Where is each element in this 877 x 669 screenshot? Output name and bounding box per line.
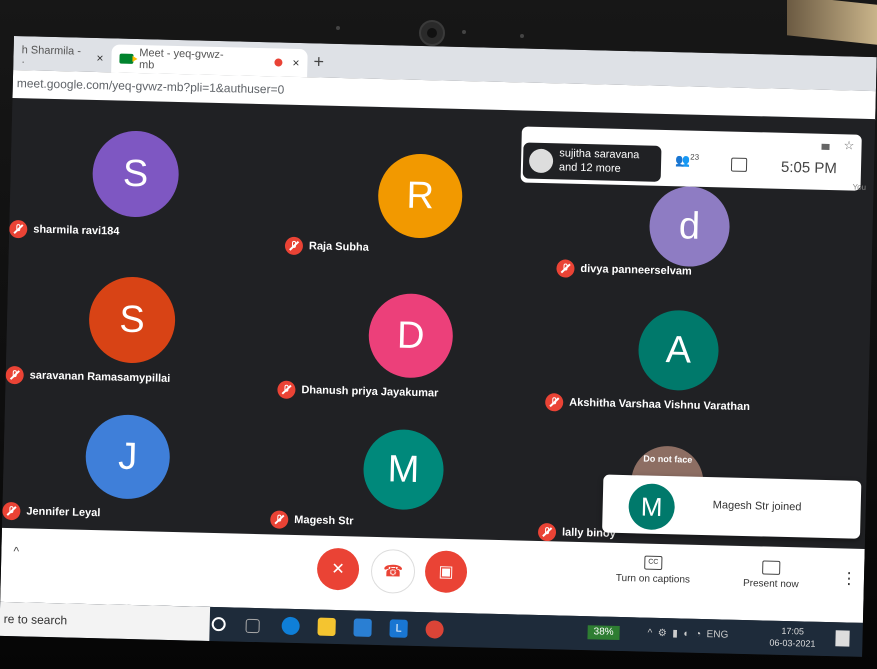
tab-sharmila[interactable]: h Sharmila - · × xyxy=(13,42,112,72)
people-icon: 👥 xyxy=(674,153,691,168)
url-text[interactable]: meet.google.com/yeq-gvwz-mb?pli=1&authus… xyxy=(17,76,285,97)
mic-off-icon: ✕ xyxy=(331,560,345,579)
laptop-screen: h Sharmila - · × Meet - yeq-gvwz-mb × + … xyxy=(0,36,877,657)
participant-label: Magesh Str xyxy=(294,513,354,528)
battery-indicator[interactable]: 38% xyxy=(587,625,620,640)
participant-name: Akshitha Varshaa Vishnu Varathan xyxy=(544,393,751,416)
join-toast: M Magesh Str joined xyxy=(602,474,862,539)
system-tray[interactable]: ^ ⚙ ▮ ◐ ◔ ENG xyxy=(647,628,728,641)
participant-label: Raja Subha xyxy=(308,240,369,254)
participant-label: Jennifer Leyal xyxy=(26,505,101,520)
participant-name: Magesh Str xyxy=(270,510,354,530)
taskbar-search[interactable]: re to search xyxy=(0,601,211,641)
tab-label: h Sharmila - · xyxy=(21,44,82,69)
mic-off-icon xyxy=(9,219,28,239)
people-button[interactable]: 👥23 xyxy=(675,152,699,168)
task-view-icon[interactable] xyxy=(245,618,260,634)
recording-dot-icon xyxy=(274,58,283,67)
chrome-icon[interactable] xyxy=(425,620,444,639)
mic-toggle-button[interactable]: ✕ xyxy=(316,547,360,591)
bezel-dot xyxy=(336,26,340,30)
clock-time: 17:05 xyxy=(781,625,805,637)
mail-icon[interactable] xyxy=(353,618,372,637)
app-l-icon[interactable]: L xyxy=(389,619,408,638)
participant-label: saravanan Ramasamypillai xyxy=(29,369,171,385)
avatar: S xyxy=(91,129,180,219)
captions-icon: CC xyxy=(644,555,663,570)
presenter-name: sujitha saravana xyxy=(559,147,640,162)
camera-off-icon: ▣ xyxy=(438,563,454,581)
mic-off-icon xyxy=(5,365,24,385)
avatar: J xyxy=(84,413,171,500)
camera-icon[interactable] xyxy=(821,143,830,150)
mic-off-icon xyxy=(270,510,289,529)
mic-off-icon xyxy=(537,522,557,542)
presenter-more: and 12 more xyxy=(558,161,621,175)
tab-label: Meet - yeq-gvwz-mb xyxy=(138,47,224,72)
language-indicator[interactable]: ENG xyxy=(706,629,728,641)
mic-off-icon xyxy=(284,236,304,256)
chevron-up-icon[interactable]: ^ xyxy=(13,544,19,558)
new-tab-button[interactable]: + xyxy=(313,51,324,72)
more-options-icon[interactable]: ⋮ xyxy=(841,568,857,588)
mic-off-icon xyxy=(2,501,21,521)
participant-name: saravanan Ramasamypillai xyxy=(5,365,171,388)
captions-button[interactable]: CC Turn on captions xyxy=(611,555,696,586)
participant-name: divya panneerselvam xyxy=(556,259,692,280)
hangup-icon: ☎ xyxy=(382,563,404,581)
present-icon xyxy=(762,560,781,575)
avatar: M xyxy=(362,428,445,511)
close-icon[interactable]: × xyxy=(96,51,103,65)
webcam xyxy=(419,20,445,46)
file-explorer-icon[interactable] xyxy=(317,617,336,637)
presenter-pill[interactable]: sujitha saravana and 12 more xyxy=(522,142,662,182)
photo-caption: Do not face xyxy=(643,453,693,465)
participant-name: Dhanush priya Jayakumar xyxy=(277,380,439,403)
avatar: S xyxy=(88,275,177,365)
toast-text: Magesh Str joined xyxy=(712,499,802,514)
camera-toggle-button[interactable]: ▣ xyxy=(424,550,468,594)
avatar: D xyxy=(367,292,454,379)
edge-icon[interactable] xyxy=(281,616,300,636)
meet-icon xyxy=(119,53,134,64)
cortana-icon[interactable] xyxy=(211,617,226,632)
close-icon[interactable]: × xyxy=(292,56,299,70)
bezel-dot xyxy=(462,30,466,34)
participant-label: Akshitha Varshaa Vishnu Varathan xyxy=(569,396,751,414)
self-label: You xyxy=(852,182,867,192)
presenter-avatar xyxy=(528,148,554,174)
mic-off-icon xyxy=(556,259,575,278)
mic-off-icon xyxy=(544,393,564,412)
avatar: R xyxy=(377,152,464,239)
participant-name: Raja Subha xyxy=(284,236,369,257)
clock-date: 06-03-2021 xyxy=(769,637,816,649)
present-button[interactable]: Present now xyxy=(735,560,808,591)
participant-name: sharmila ravi184 xyxy=(9,219,120,241)
star-icon[interactable]: ☆ xyxy=(843,138,854,152)
leave-call-button[interactable]: ☎ xyxy=(370,548,416,594)
captions-label: Turn on captions xyxy=(615,572,691,586)
avatar: A xyxy=(637,309,720,392)
notification-icon[interactable] xyxy=(835,630,850,647)
toast-avatar: M xyxy=(628,483,676,531)
present-label: Present now xyxy=(742,577,799,591)
taskbar-clock[interactable]: 17:05 06-03-2021 xyxy=(769,625,816,650)
participant-name: Jennifer Leyal xyxy=(2,501,101,522)
bezel-dot xyxy=(520,34,524,38)
mic-off-icon xyxy=(277,380,296,399)
chat-icon[interactable] xyxy=(730,157,748,172)
meeting-time: 5:05 PM xyxy=(780,158,838,178)
participant-label: divya panneerselvam xyxy=(580,262,692,278)
people-count: 23 xyxy=(690,152,700,162)
participant-label: Dhanush priya Jayakumar xyxy=(301,384,439,400)
participant-label: sharmila ravi184 xyxy=(33,223,120,238)
avatar: d xyxy=(648,185,731,268)
